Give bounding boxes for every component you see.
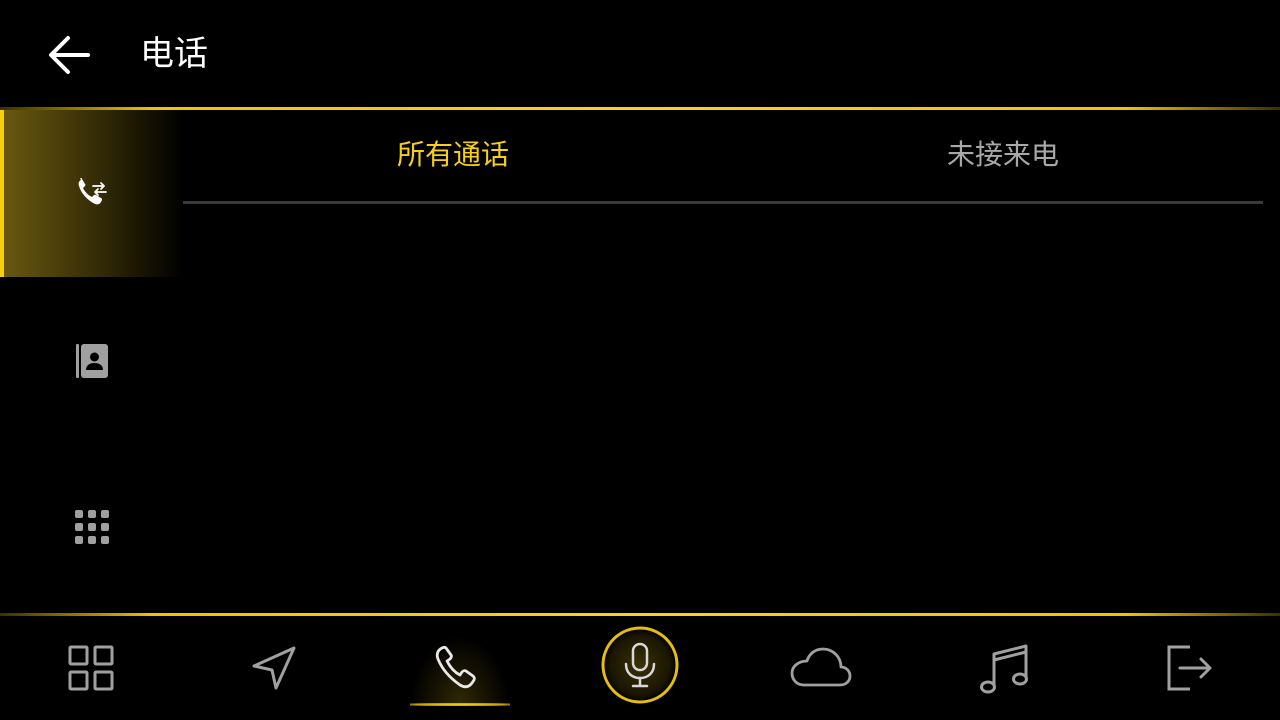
call-tabs: 所有通话 未接来电 (183, 110, 1263, 205)
header: 电话 (0, 0, 1280, 108)
dialpad-icon (75, 510, 109, 544)
dock-cloud-button[interactable] (728, 616, 910, 720)
microphone-icon (601, 626, 679, 704)
contacts-icon (76, 344, 108, 378)
sidebar-item-contacts[interactable] (0, 278, 183, 445)
sidebar-item-dialpad[interactable] (0, 444, 183, 611)
music-icon (980, 644, 1028, 694)
sidebar (0, 110, 183, 613)
sidebar-item-call-log[interactable] (0, 110, 183, 277)
dock-apps-button[interactable] (0, 616, 182, 720)
back-arrow-icon (49, 36, 90, 74)
navigation-icon (252, 646, 296, 690)
back-button[interactable] (42, 28, 96, 82)
page-title: 电话 (140, 34, 208, 74)
tab-missed-calls[interactable]: 未接来电 (733, 110, 1273, 202)
dock-phone-button[interactable] (364, 616, 546, 720)
apps-grid-icon (68, 645, 114, 691)
dock-voice-button[interactable] (546, 616, 728, 720)
call-log-icon (78, 178, 107, 205)
bottom-dock (0, 616, 1280, 720)
tab-all-calls[interactable]: 所有通话 (183, 110, 723, 202)
tab-divider (183, 201, 1263, 204)
cloud-icon (790, 647, 852, 687)
dock-navigation-button[interactable] (182, 616, 364, 720)
phone-icon (435, 645, 476, 689)
dock-music-button[interactable] (910, 616, 1092, 720)
exit-icon (1167, 645, 1212, 691)
dock-exit-button[interactable] (1092, 616, 1274, 720)
